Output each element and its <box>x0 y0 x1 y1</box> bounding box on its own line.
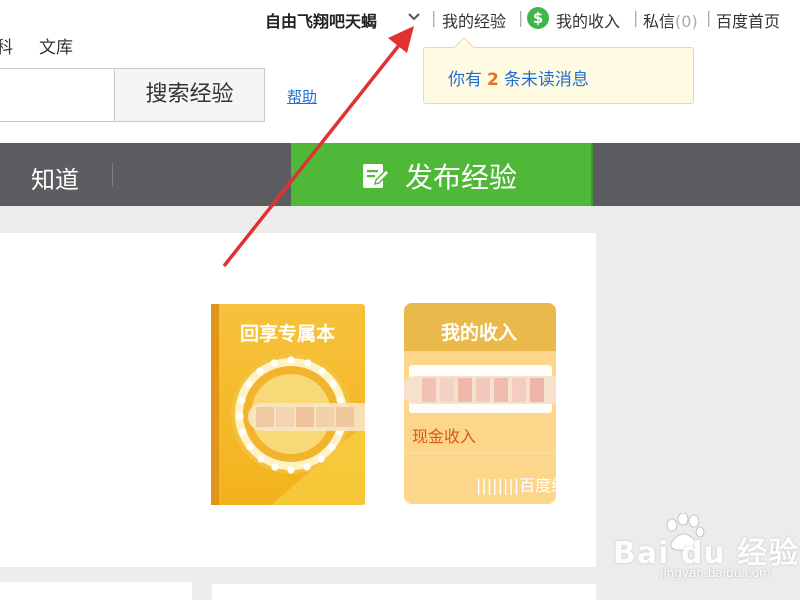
nav-link-partial[interactable]: 科 <box>0 33 13 58</box>
nav-link-wenku[interactable]: 文库 <box>39 33 73 58</box>
messages-label: 私信 <box>643 12 676 31</box>
search-input[interactable] <box>0 68 115 122</box>
user-bar: 自由飞翔吧天蝎 | 我的经验 | $ 我的收入 | 私信(0) | 百度首页 <box>0 6 800 34</box>
tooltip-pointer <box>454 37 474 57</box>
messages-link[interactable]: 私信(0) <box>643 8 698 32</box>
separator: | <box>431 8 437 27</box>
publish-label: 发布经验 <box>405 161 518 194</box>
my-experience-link[interactable]: 我的经验 <box>442 8 506 32</box>
income-card-title: 我的收入 <box>441 322 518 344</box>
cash-income-label: 现金收入 <box>412 427 477 446</box>
separator: | <box>633 8 639 27</box>
my-income-link[interactable]: 我的收入 <box>556 8 620 32</box>
messages-count: (0) <box>675 12 698 31</box>
unread-messages-tooltip[interactable]: 你有 2 条未读消息 <box>423 37 694 104</box>
book-card-title: 回享专属本 <box>240 323 336 345</box>
page: 自由飞翔吧天蝎 | 我的经验 | $ 我的收入 | 私信(0) | 百度首页 科… <box>0 0 800 600</box>
tooltip-prefix: 你有 <box>448 70 482 90</box>
baidu-home-link[interactable]: 百度首页 <box>716 8 780 32</box>
search-button[interactable]: 搜索经验 <box>114 68 265 122</box>
user-name-link[interactable]: 自由飞翔吧天蝎 <box>265 8 377 32</box>
tooltip-suffix: 条未读消息 <box>503 70 589 90</box>
publish-experience-button[interactable]: 发布经验 <box>291 143 593 206</box>
help-link[interactable]: 帮助 <box>287 86 317 107</box>
separator: | <box>706 8 712 27</box>
content-card-lower <box>0 582 192 600</box>
nav-divider <box>112 163 113 187</box>
watermark-url: jingyan.baidu.com <box>660 566 771 580</box>
dollar-icon: $ <box>527 7 549 29</box>
edit-icon <box>362 163 390 189</box>
separator: | <box>518 8 524 27</box>
tooltip-text: 你有 2 条未读消息 <box>448 65 589 90</box>
chevron-down-icon[interactable] <box>406 9 422 25</box>
baidu-jingyan-brand: ||||||||百度经验 <box>476 476 584 495</box>
nav-item-zhidao[interactable]: 知道 <box>31 160 79 195</box>
unread-count: 2 <box>487 70 499 90</box>
content-card-lower <box>212 584 596 600</box>
